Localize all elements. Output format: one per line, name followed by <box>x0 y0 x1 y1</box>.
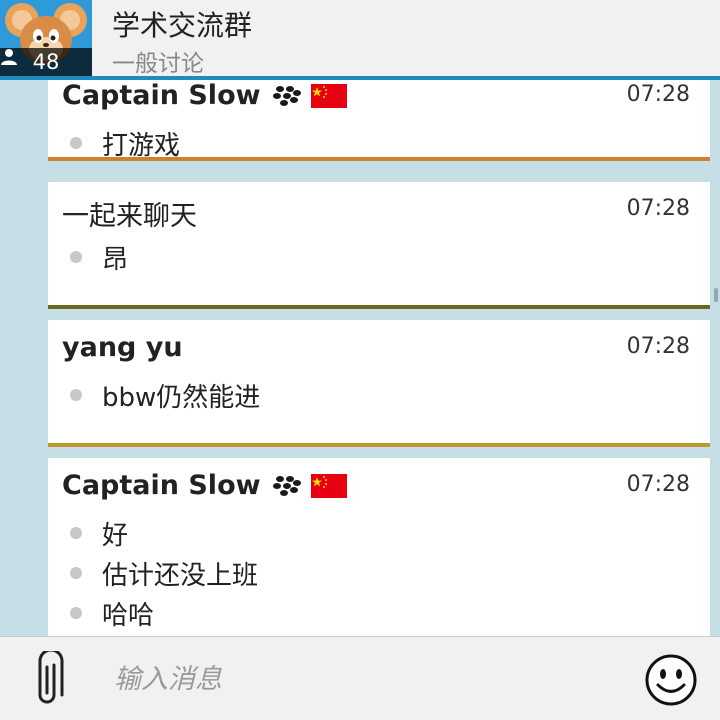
message-line: 估计还没上班 <box>70 553 258 593</box>
china-flag-icon <box>310 473 347 498</box>
message-sender-row: Captain Slow <box>62 80 347 111</box>
message-text: 哈哈 <box>102 600 155 631</box>
member-count-bar: 48 <box>0 48 92 76</box>
bullet-icon <box>70 251 82 263</box>
message-time: 07:28 <box>626 196 690 221</box>
china-flag-icon <box>310 83 347 108</box>
message-sender: Captain Slow <box>62 470 261 501</box>
message-line: 昂 <box>70 237 128 277</box>
group-avatar[interactable]: 48 <box>0 0 92 76</box>
scrollbar-thumb[interactable] <box>714 288 718 302</box>
message-text: 打游戏 <box>102 130 181 161</box>
message-sender: Captain Slow <box>62 80 261 111</box>
message-text: 昂 <box>102 244 129 275</box>
member-count: 48 <box>32 50 60 74</box>
message-card[interactable]: yang yu 07:28 bbw仍然能进 <box>48 320 710 447</box>
group-name: 学术交流群 <box>112 9 253 42</box>
message-sender-row: Captain Slow <box>62 470 347 501</box>
message-lines: 好 估计还没上班 哈哈 <box>70 513 258 633</box>
bullet-icon <box>70 527 82 539</box>
message-line: 好 <box>70 513 258 553</box>
message-line: bbw仍然能进 <box>70 375 260 415</box>
message-time: 07:28 <box>626 472 690 497</box>
bullet-icon <box>70 607 82 619</box>
message-feed[interactable]: Captain Slow 07:28 打游戏 一起来聊天 07:28 昂 yan… <box>0 80 720 636</box>
message-sender: yang yu <box>62 332 183 363</box>
emoji-icon[interactable] <box>645 654 697 706</box>
bullet-icon <box>70 137 82 149</box>
message-text: 估计还没上班 <box>102 560 259 591</box>
message-lines: 打游戏 <box>70 123 180 163</box>
person-icon <box>1 49 17 65</box>
paperclip-icon[interactable] <box>30 651 64 709</box>
message-lines: bbw仍然能进 <box>70 375 260 415</box>
message-sender: 一起来聊天 <box>62 201 197 232</box>
message-card[interactable]: Captain Slow 07:28 打游戏 <box>48 80 710 161</box>
group-topic: 一般讨论 <box>112 51 204 77</box>
message-lines: 昂 <box>70 237 128 277</box>
message-line: 哈哈 <box>70 593 258 633</box>
message-card[interactable]: Captain Slow 07:28 好 估计还没上班 哈哈 <box>48 458 710 636</box>
message-line: 打游戏 <box>70 123 180 163</box>
message-text: bbw仍然能进 <box>102 382 261 413</box>
message-sender-row: yang yu <box>62 332 183 363</box>
blackberry-icon <box>272 475 301 496</box>
message-text: 好 <box>102 520 129 551</box>
chat-header: 48 学术交流群 一般讨论 <box>0 0 720 80</box>
message-time: 07:28 <box>626 82 690 107</box>
message-input[interactable] <box>100 651 600 707</box>
message-sender-row: 一起来聊天 <box>62 194 197 233</box>
compose-bar <box>0 636 720 720</box>
message-time: 07:28 <box>626 334 690 359</box>
blackberry-icon <box>272 85 301 106</box>
bullet-icon <box>70 567 82 579</box>
bullet-icon <box>70 389 82 401</box>
message-card[interactable]: 一起来聊天 07:28 昂 <box>48 182 710 309</box>
